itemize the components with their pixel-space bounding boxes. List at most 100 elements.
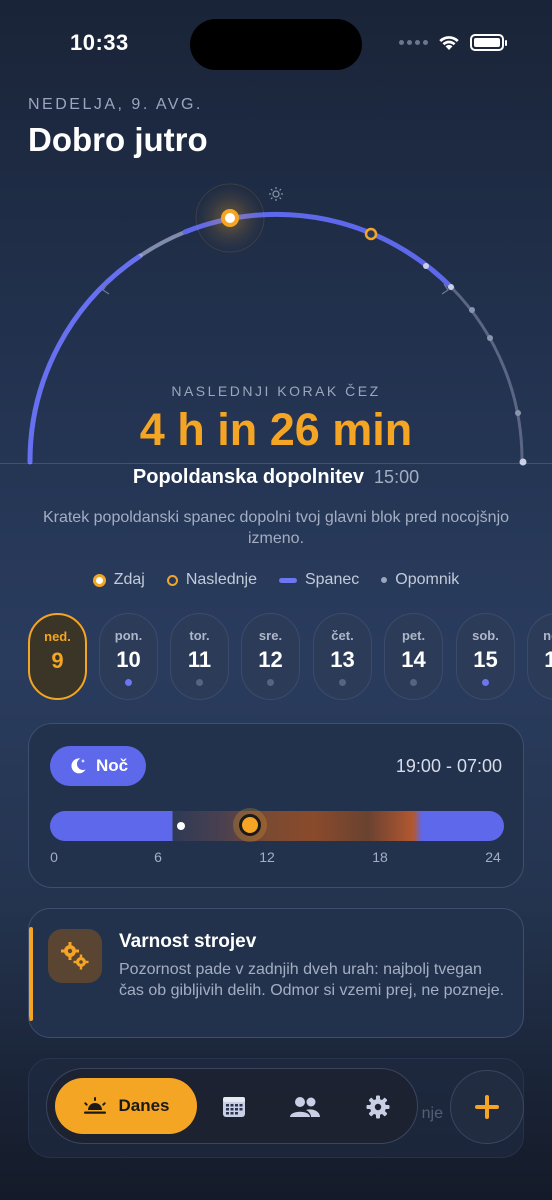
day-number: 12 xyxy=(258,647,283,672)
arc-end-dot xyxy=(519,458,527,466)
day-number: 14 xyxy=(401,647,426,672)
day-name: pon. xyxy=(114,628,143,643)
next-event-name: Popoldanska dopolnitev xyxy=(132,466,365,488)
sleep-line-icon xyxy=(278,577,297,583)
add-button[interactable] xyxy=(450,1070,524,1144)
day-number: 13 xyxy=(330,647,355,672)
battery-icon xyxy=(470,34,507,51)
next-step-label: NASLEDNJI KORAK ČEZ xyxy=(171,383,381,399)
day-dot xyxy=(267,679,274,686)
date-label: NEDELJA, 9. AVG. xyxy=(28,96,203,113)
day-chip[interactable]: ned. 9 xyxy=(28,613,87,700)
day-chip[interactable]: sob. 15 xyxy=(456,613,515,700)
alert-title: Varnost strojev xyxy=(119,931,257,952)
countdown-value: 4 h in 26 min xyxy=(139,404,413,455)
status-bar: 10:33 xyxy=(0,0,552,90)
gears-icon xyxy=(48,929,102,983)
timeline-tick: 6 xyxy=(154,849,162,865)
day-name: pet. xyxy=(401,628,426,643)
day-chip[interactable]: čet. 13 xyxy=(313,613,372,700)
tab-settings[interactable] xyxy=(363,1092,393,1122)
day-chip[interactable]: pon. 10 xyxy=(99,613,158,700)
day-name: ned. xyxy=(44,629,71,644)
tab-calendar[interactable] xyxy=(219,1092,249,1122)
timeline-now-marker xyxy=(238,814,261,836)
tab-bar: Danes xyxy=(46,1068,418,1144)
arc-reminder-dot xyxy=(469,307,475,313)
day-dot xyxy=(482,679,489,686)
alert-text: Pozornost pade v zadnjih dveh urah: najb… xyxy=(119,961,505,999)
page-title: Dobro jutro xyxy=(28,121,208,158)
timeline-tick: 24 xyxy=(485,849,501,865)
now-marker-icon xyxy=(92,573,106,587)
day-chip[interactable]: pet. 14 xyxy=(384,613,443,700)
day-dot xyxy=(196,679,203,686)
day-name: sob. xyxy=(472,628,499,643)
timeline-sleep-end-marker xyxy=(177,822,185,830)
timeline-tick: 18 xyxy=(372,849,388,865)
legend-reminder: Opomnik xyxy=(381,571,459,589)
sun-icon xyxy=(269,187,283,201)
legend-label: Opomnik xyxy=(395,571,460,588)
day-number: 11 xyxy=(187,647,212,672)
legend-label: Spanec xyxy=(304,571,360,588)
moon-stars-icon xyxy=(71,758,86,774)
status-icons xyxy=(399,34,507,51)
sunrise-icon xyxy=(84,1097,107,1114)
horizon-line xyxy=(0,463,552,464)
day-number: 16 xyxy=(544,647,552,672)
tab-today-label: Danes xyxy=(118,1096,170,1115)
legend-now: Zdaj xyxy=(92,571,145,589)
peek-text: nje xyxy=(421,1105,443,1122)
day-name: sre. xyxy=(258,628,283,643)
shift-timeline xyxy=(50,811,504,841)
next-marker-icon xyxy=(166,574,178,586)
dynamic-island xyxy=(190,19,362,70)
reminder-dot-icon xyxy=(381,577,388,583)
arc-reminder-dot xyxy=(423,263,429,269)
wifi-icon xyxy=(439,36,459,50)
shift-time-range: 19:00 - 07:00 xyxy=(395,756,502,776)
cellular-signal-icon xyxy=(399,40,428,45)
day-picker[interactable]: ned. 9 pon. 10 tor. 11 sre. 12 čet. 13 pet. 14… xyxy=(28,613,552,701)
arc-next-marker xyxy=(364,227,378,241)
day-dot xyxy=(410,679,417,686)
shift-type-badge[interactable]: Noč xyxy=(50,746,146,786)
day-chip[interactable]: sre. 12 xyxy=(241,613,300,700)
people-icon xyxy=(290,1097,320,1117)
calendar-icon xyxy=(223,1097,245,1117)
day-number: 10 xyxy=(116,647,141,672)
gear-icon xyxy=(366,1095,390,1119)
alert-accent-bar xyxy=(29,927,33,1021)
day-number: 9 xyxy=(51,648,64,673)
arc-now-marker xyxy=(221,209,239,227)
shift-card[interactable]: Noč 19:00 - 07:00 0 6 12 18 24 xyxy=(28,723,524,888)
legend-sleep: Spanec xyxy=(278,571,360,589)
next-event-description: Kratek popoldanski spanec dopolni tvoj g… xyxy=(42,509,510,547)
legend-label: Zdaj xyxy=(113,571,145,588)
day-name: tor. xyxy=(189,628,210,643)
arc-reminder-dot xyxy=(448,284,454,290)
shift-type-label: Noč xyxy=(95,756,129,775)
tab-team[interactable] xyxy=(290,1092,320,1122)
legend-label: Naslednje xyxy=(185,571,257,588)
next-event: Popoldanska dopolnitev 15:00 xyxy=(0,466,552,489)
day-name: ned. xyxy=(543,628,552,643)
day-chip[interactable]: tor. 11 xyxy=(170,613,229,700)
arc-reminder-dot xyxy=(487,335,493,341)
timeline-tick: 0 xyxy=(50,849,58,865)
next-event-time: 15:00 xyxy=(374,467,420,487)
timeline-tick: 12 xyxy=(259,849,275,865)
day-chip[interactable]: ned. 16 xyxy=(527,613,552,700)
status-time: 10:33 xyxy=(70,30,129,55)
tab-today[interactable]: Danes xyxy=(55,1078,197,1134)
timeline-ticks: 0 6 12 18 24 xyxy=(50,849,504,869)
safety-alert-card[interactable]: Varnost strojev Pozornost pade v zadnjih… xyxy=(28,908,524,1038)
legend-next: Naslednje xyxy=(166,571,257,589)
arc-dawn-segment xyxy=(138,230,186,258)
day-dot xyxy=(125,679,132,686)
plus-icon xyxy=(475,1095,499,1119)
day-dot xyxy=(339,679,346,686)
day-number: 15 xyxy=(473,647,498,672)
day-name: čet. xyxy=(331,628,354,643)
